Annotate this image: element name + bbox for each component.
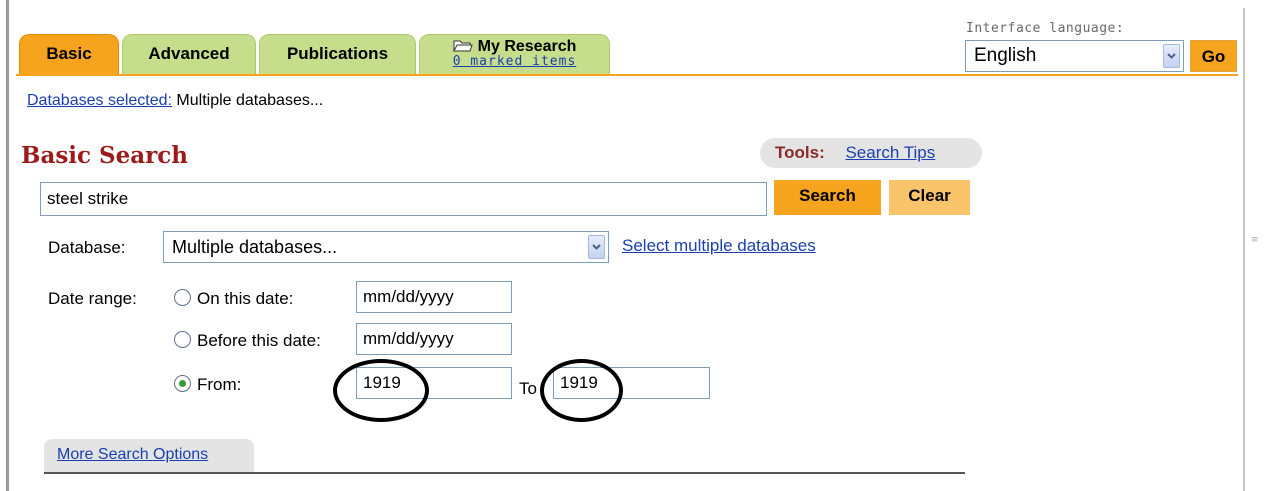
radio-icon[interactable]: [174, 289, 191, 306]
scrollbar-track[interactable]: [1243, 8, 1245, 491]
tab-basic-label: Basic: [46, 44, 92, 63]
tools-label: Tools:: [775, 143, 825, 162]
tab-advanced-label: Advanced: [148, 44, 230, 63]
tab-publications[interactable]: Publications: [259, 34, 416, 75]
from-year-input[interactable]: 1919: [356, 367, 512, 399]
scrollbar-grip-icon[interactable]: ≡: [1251, 236, 1261, 249]
database-select-value: Multiple databases...: [172, 237, 338, 257]
clear-button[interactable]: Clear: [889, 180, 970, 215]
tab-underline: [16, 74, 1238, 76]
folder-icon: [452, 40, 473, 52]
before-date-input[interactable]: mm/dd/yyyy: [356, 323, 512, 355]
more-search-options-tab[interactable]: More Search Options: [44, 439, 254, 473]
page-title: Basic Search: [21, 142, 189, 169]
radio-before-this-date[interactable]: Before this date:: [174, 331, 321, 351]
tab-advanced[interactable]: Advanced: [122, 34, 256, 75]
more-options-divider: [44, 472, 965, 474]
radio-from-label: From:: [197, 375, 242, 394]
tab-publications-label: Publications: [286, 44, 389, 63]
date-range-label: Date range:: [48, 289, 137, 308]
database-label: Database:: [48, 238, 126, 257]
interface-language-value: English: [974, 45, 1037, 66]
marked-items-link[interactable]: 0 marked items: [420, 54, 609, 69]
go-button[interactable]: Go: [1190, 40, 1237, 72]
radio-on-this-date[interactable]: On this date:: [174, 289, 293, 309]
interface-language-select[interactable]: English: [965, 40, 1184, 72]
radio-from[interactable]: From:: [174, 375, 241, 395]
tab-basic[interactable]: Basic: [19, 34, 119, 75]
databases-selected-value: Multiple databases...: [171, 92, 324, 109]
chevron-down-icon[interactable]: [1163, 44, 1180, 68]
search-tips-link[interactable]: Search Tips: [845, 143, 935, 162]
tools-bar: Tools: Search Tips: [760, 138, 982, 168]
radio-on-this-date-label: On this date:: [197, 289, 294, 308]
on-date-input[interactable]: mm/dd/yyyy: [356, 281, 512, 313]
select-multiple-databases-link[interactable]: Select multiple databases: [622, 236, 816, 256]
radio-icon[interactable]: [174, 375, 191, 392]
database-select[interactable]: Multiple databases...: [163, 231, 609, 263]
chevron-down-icon[interactable]: [588, 235, 605, 259]
left-border: [6, 0, 9, 491]
tab-my-research-title: My Research: [420, 38, 609, 55]
tab-my-research-label: My Research: [477, 38, 577, 55]
interface-language-label: Interface language:: [966, 21, 1125, 36]
search-input[interactable]: steel strike: [40, 182, 767, 216]
radio-icon[interactable]: [174, 331, 191, 348]
tab-my-research[interactable]: My Research 0 marked items: [419, 34, 610, 75]
radio-before-this-date-label: Before this date:: [197, 331, 321, 350]
databases-selected: Databases selected: Multiple databases..…: [27, 92, 323, 110]
databases-selected-link[interactable]: Databases selected:: [27, 92, 172, 109]
more-search-options-link[interactable]: More Search Options: [57, 446, 208, 463]
search-button[interactable]: Search: [774, 180, 881, 215]
to-label: To: [519, 379, 537, 398]
to-year-input[interactable]: 1919: [553, 367, 710, 399]
